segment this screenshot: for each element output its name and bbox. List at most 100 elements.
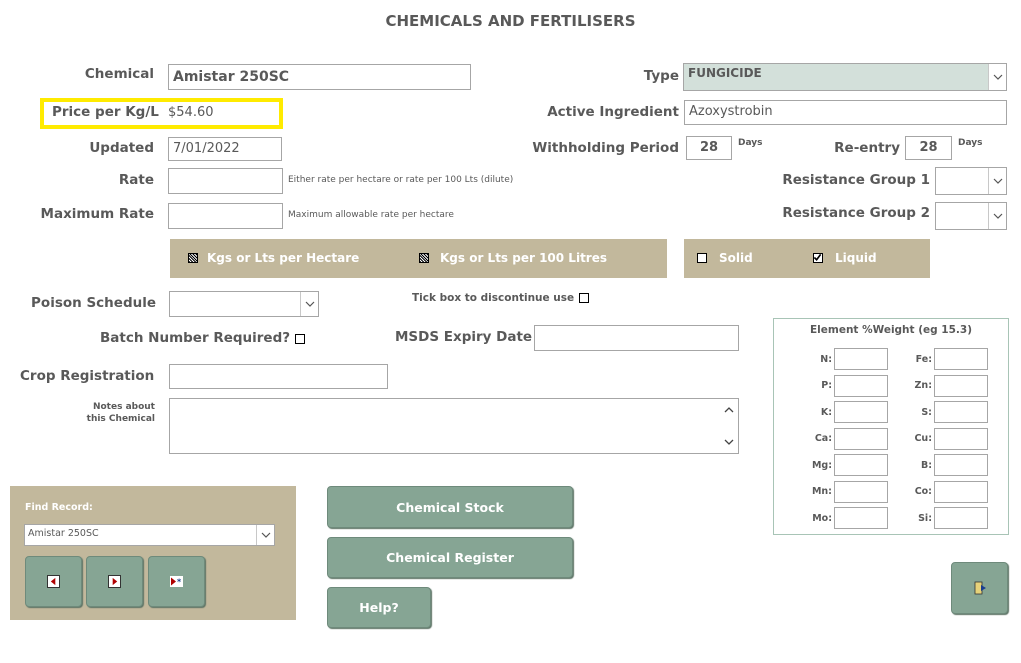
find-record-label: Find Record: <box>25 502 93 513</box>
element-label: B: <box>920 459 932 471</box>
per-hectare-option[interactable]: Kgs or Lts per Hectare <box>188 251 359 265</box>
price-label: Price per Kg/L <box>52 104 159 120</box>
element-input[interactable] <box>834 348 888 371</box>
scroll-up-icon[interactable] <box>724 407 734 413</box>
updated-label: Updated <box>89 140 154 156</box>
element-label: N: <box>820 353 832 365</box>
new-record-button[interactable]: * <box>148 556 205 607</box>
liquid-label: Liquid <box>835 251 877 265</box>
next-arrow-icon <box>108 575 121 588</box>
element-input[interactable] <box>934 427 988 450</box>
element-label: Mn: <box>811 486 832 498</box>
element-input[interactable] <box>834 507 888 530</box>
next-record-button[interactable] <box>86 556 143 607</box>
previous-arrow-icon <box>47 575 60 588</box>
element-input[interactable] <box>934 401 988 424</box>
rate-hint: Either rate per hectare or rate per 100 … <box>288 175 514 185</box>
price-input[interactable]: $54.60 <box>168 105 214 120</box>
notes-label-line2: this Chemical <box>86 414 155 424</box>
liquid-option[interactable]: Liquid <box>813 251 877 265</box>
element-input[interactable] <box>934 374 988 397</box>
solid-option[interactable]: Solid <box>697 251 753 265</box>
element-row: S: <box>908 399 988 426</box>
element-label: K: <box>820 406 832 418</box>
rate-label: Rate <box>118 172 154 188</box>
chevron-down-icon[interactable] <box>988 64 1006 90</box>
element-row: Zn: <box>908 373 988 400</box>
element-label: Co: <box>914 486 932 498</box>
element-label: Si: <box>918 512 932 524</box>
new-record-icon: * <box>170 576 183 587</box>
discontinue-checkbox[interactable] <box>579 293 589 303</box>
scroll-down-icon[interactable] <box>724 439 734 445</box>
reentry-unit: Days <box>958 138 983 148</box>
per-hectare-checkbox[interactable] <box>188 253 198 263</box>
active-ingredient-input[interactable]: Azoxystrobin <box>684 100 1007 125</box>
chevron-down-icon[interactable] <box>300 292 318 316</box>
rate-input[interactable] <box>168 168 283 194</box>
elements-right-column: Fe: Zn: S: Cu: B: Co: Si: <box>908 346 988 532</box>
svg-text:*: * <box>177 578 182 587</box>
solid-label: Solid <box>719 251 753 265</box>
element-input[interactable] <box>934 480 988 503</box>
element-label: Mg: <box>811 459 832 471</box>
per-100l-label: Kgs or Lts per 100 Litres <box>440 251 607 265</box>
element-row: Si: <box>908 505 988 532</box>
chemical-input[interactable]: Amistar 250SC <box>168 64 471 90</box>
max-rate-hint: Maximum allowable rate per hectare <box>288 210 454 220</box>
element-input[interactable] <box>834 374 888 397</box>
element-label: Fe: <box>915 353 932 365</box>
chemical-register-button[interactable]: Chemical Register <box>327 537 573 578</box>
crop-reg-input[interactable] <box>169 364 388 389</box>
element-input[interactable] <box>834 427 888 450</box>
element-label: Ca: <box>814 433 832 445</box>
solid-checkbox[interactable] <box>697 253 707 263</box>
chevron-down-icon[interactable] <box>988 203 1006 229</box>
notes-textarea[interactable] <box>169 398 739 454</box>
chevron-down-icon[interactable] <box>988 168 1006 194</box>
find-record-select[interactable]: Amistar 250SC <box>24 524 275 546</box>
msds-label: MSDS Expiry Date <box>395 329 533 345</box>
resistance2-label: Resistance Group 2 <box>782 205 930 221</box>
per-100l-checkbox[interactable] <box>419 253 429 263</box>
reentry-input[interactable]: 28 <box>905 136 952 160</box>
page-title: CHEMICALS AND FERTILISERS <box>385 12 636 30</box>
chemical-label: Chemical <box>84 66 154 82</box>
poison-select[interactable] <box>169 291 319 317</box>
chevron-down-icon[interactable] <box>256 525 274 545</box>
element-input[interactable] <box>934 348 988 371</box>
batch-checkbox[interactable] <box>295 334 305 344</box>
max-rate-input[interactable] <box>168 203 283 229</box>
chemical-stock-button[interactable]: Chemical Stock <box>327 486 573 528</box>
element-row: P: <box>808 373 888 400</box>
element-input[interactable] <box>834 454 888 477</box>
type-value: FUNGICIDE <box>688 66 762 80</box>
element-row: Cu: <box>908 426 988 453</box>
per-hectare-label: Kgs or Lts per Hectare <box>207 251 360 265</box>
resistance2-select[interactable] <box>935 202 1007 230</box>
reentry-label: Re-entry <box>834 140 900 156</box>
updated-input[interactable]: 7/01/2022 <box>168 137 282 161</box>
element-input[interactable] <box>834 401 888 424</box>
withholding-unit: Days <box>738 138 763 148</box>
withholding-label: Withholding Period <box>532 140 679 156</box>
previous-record-button[interactable] <box>25 556 82 607</box>
exit-button[interactable] <box>951 562 1008 614</box>
element-row: K: <box>808 399 888 426</box>
element-label: S: <box>921 406 932 418</box>
element-input[interactable] <box>934 454 988 477</box>
element-row: N: <box>808 346 888 373</box>
type-select[interactable]: FUNGICIDE <box>683 63 1007 91</box>
element-label: Zn: <box>914 380 932 392</box>
element-row: Mo: <box>808 505 888 532</box>
exit-door-icon <box>974 581 986 595</box>
element-input[interactable] <box>934 507 988 530</box>
liquid-checkbox[interactable] <box>813 253 823 263</box>
per-100l-option[interactable]: Kgs or Lts per 100 Litres <box>419 251 607 265</box>
resistance1-select[interactable] <box>935 167 1007 195</box>
help-button[interactable]: Help? <box>327 587 431 628</box>
element-input[interactable] <box>834 480 888 503</box>
batch-label: Batch Number Required? <box>100 330 291 346</box>
msds-input[interactable] <box>534 325 739 351</box>
withholding-input[interactable]: 28 <box>686 136 732 160</box>
